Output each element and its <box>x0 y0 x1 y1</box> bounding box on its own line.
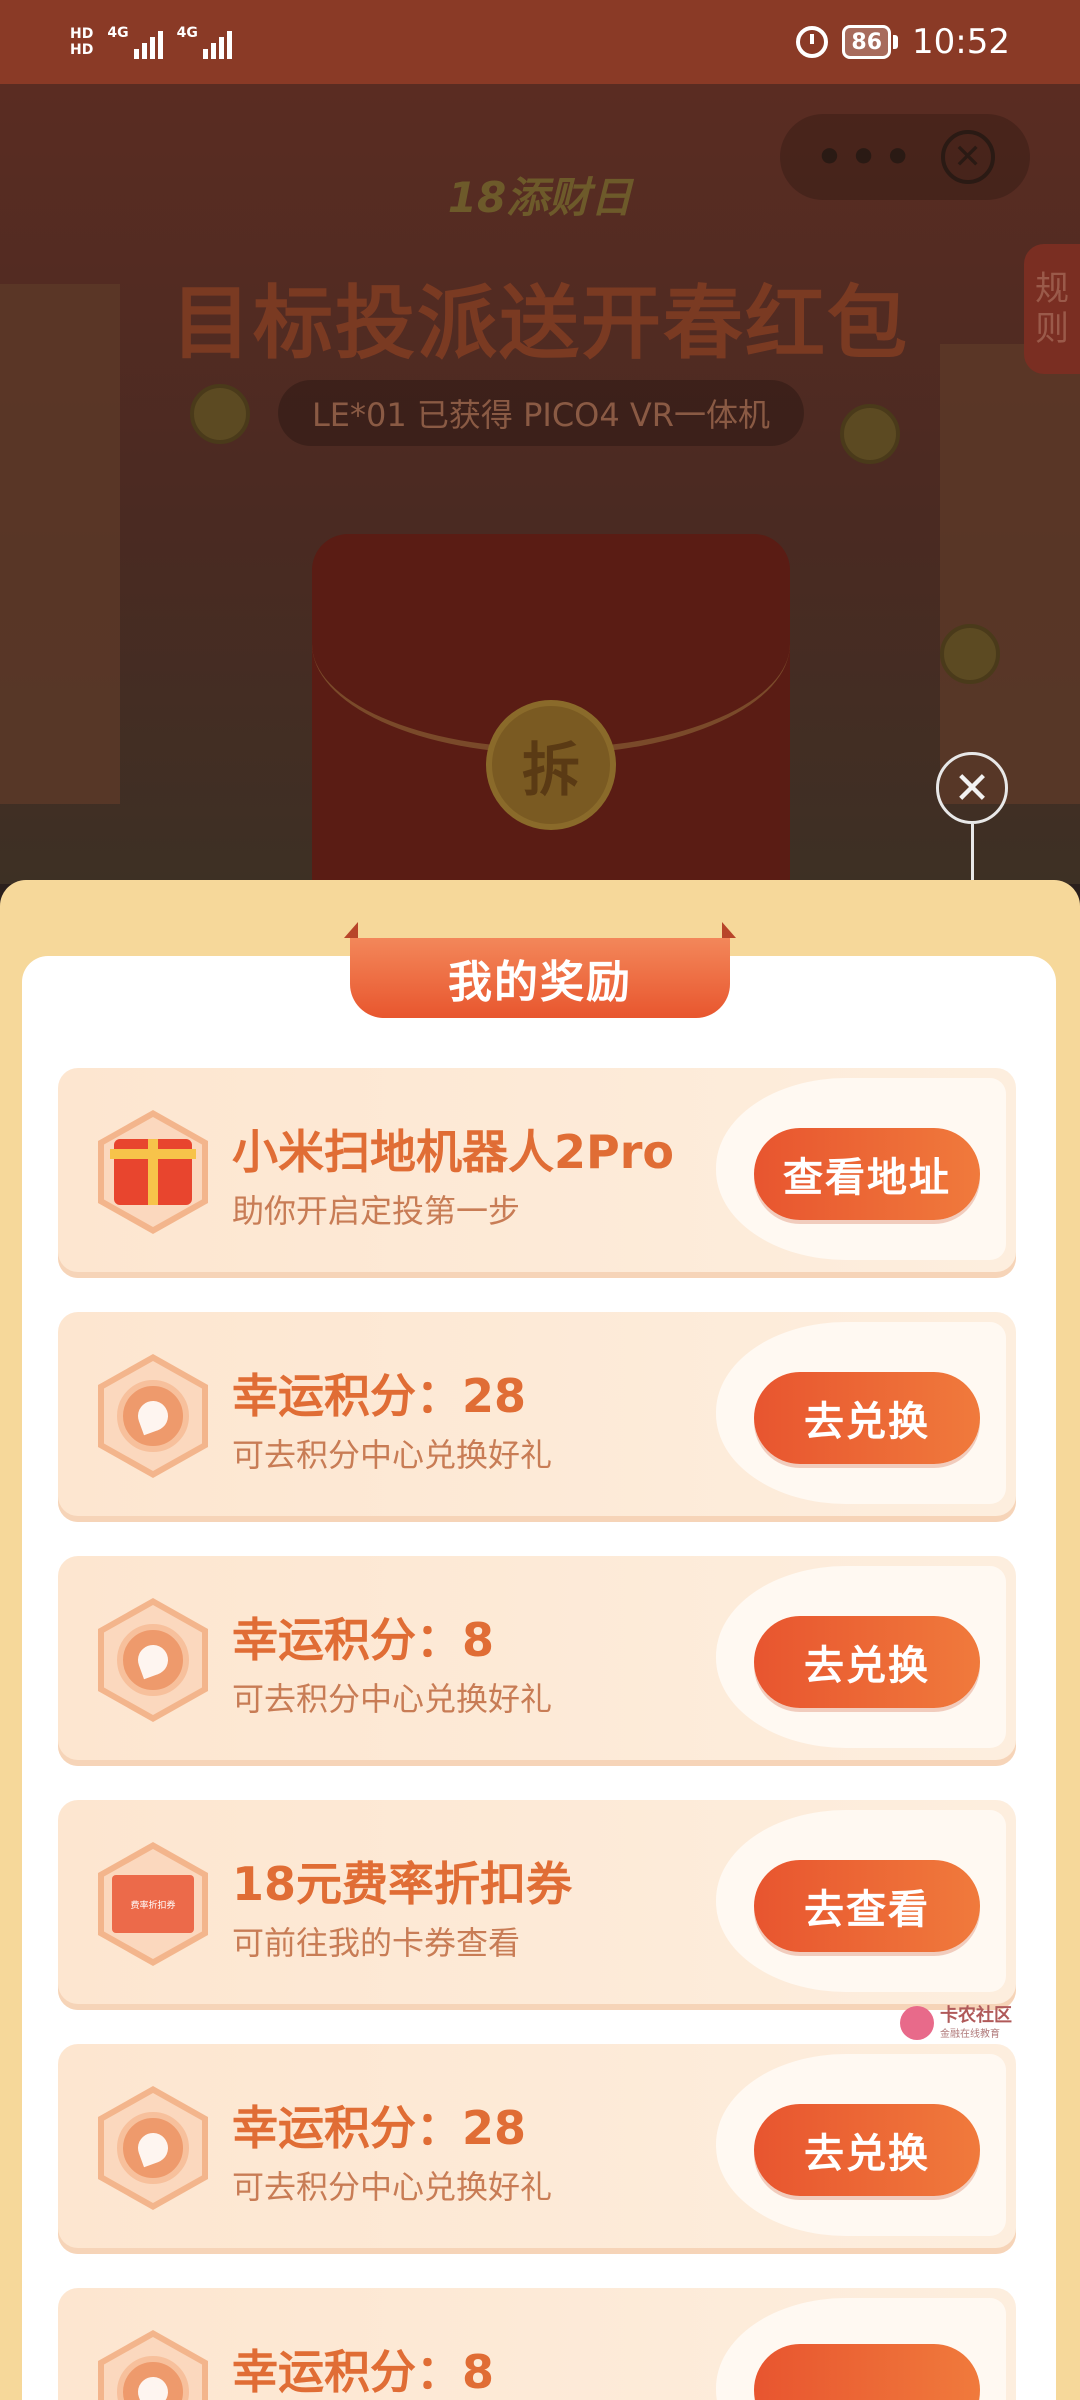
redeem-button[interactable]: 去兑换 <box>754 1372 980 1464</box>
gift-box <box>110 1139 196 1205</box>
bg-coin <box>190 384 250 444</box>
popup-close-button[interactable]: ✕ <box>936 752 1008 824</box>
gift-icon <box>98 1110 208 1234</box>
alarm-icon <box>796 26 829 58</box>
reward-item: 小米扫地机器人2Pro 助你开启定投第一步 查看地址 <box>58 1068 1016 1278</box>
reward-name: 幸运积分：28 <box>232 2101 527 2155</box>
points-coin-icon-inner <box>104 2093 202 2203</box>
reward-item: 幸运积分：28 可去积分中心兑换好礼 去兑换 <box>58 1312 1016 1522</box>
points-coin-icon <box>98 2086 208 2210</box>
reward-item: 幸运积分：28 可去积分中心兑换好礼 去兑换 <box>58 2044 1016 2254</box>
reward-desc: 可前往我的卡券查看 <box>232 1924 521 1962</box>
watermark-logo: 卡农社区 金融在线教育 <box>900 2006 1012 2040</box>
reward-name: 幸运积分：8 <box>232 1613 495 1667</box>
redeem-button[interactable]: 去兑换 <box>754 2104 980 2196</box>
points-coin-icon <box>98 1598 208 1722</box>
hd-indicator: HD HD <box>70 26 93 58</box>
reward-desc: 可去积分中心兑换好礼 <box>232 2168 553 2206</box>
reward-name: 幸运积分：28 <box>232 1369 527 1423</box>
reward-desc: 可去积分中心兑换好礼 <box>232 1436 553 1474</box>
reward-name: 小米扫地机器人2Pro <box>232 1125 675 1179</box>
reward-name: 幸运积分：8 <box>232 2345 495 2399</box>
watermark-flower-icon <box>900 2006 934 2040</box>
reward-name: 18元费率折扣券 <box>232 1857 573 1911</box>
hd-top-label: HD <box>70 26 94 42</box>
reward-sheet: 我的奖励 小米扫地机器人2Pro 助你开启定投第一步 查看地址 幸运积分：28 … <box>0 880 1080 2400</box>
status-left: HD HD 4G 4G <box>70 25 232 59</box>
gift-icon-inner <box>104 1117 202 1227</box>
network-type-2: 4G <box>176 25 198 41</box>
status-bar: HD HD 4G 4G 86 10:52 <box>0 0 1080 84</box>
points-coin-icon-inner <box>104 2337 202 2400</box>
network-type-1: 4G <box>107 25 129 41</box>
reward-item: 幸运积分：8 <box>58 2288 1016 2400</box>
view-address-button[interactable]: 查看地址 <box>754 1128 980 1220</box>
coin <box>117 1380 189 1452</box>
redeem-button[interactable] <box>754 2344 980 2400</box>
reward-title: 我的奖励 <box>344 922 736 1018</box>
coupon-ticket: 费率折扣券 <box>112 1875 194 1933</box>
open-envelope-seal: 拆 <box>486 700 616 830</box>
points-coin-icon <box>98 1354 208 1478</box>
bg-coin <box>840 404 900 464</box>
clock: 10:52 <box>912 22 1010 62</box>
signal-icon-1: 4G <box>107 25 163 59</box>
battery-icon: 86 <box>842 25 892 59</box>
coin <box>117 2356 189 2400</box>
coupon-icon: 费率折扣券 <box>98 1842 208 1966</box>
watermark-title: 卡农社区 <box>940 2004 1012 2026</box>
bg-coin <box>940 624 1000 684</box>
campaign-logo: 18添财日 <box>447 173 633 222</box>
winner-ticker: LE*01 已获得 PICO4 VR一体机 <box>278 380 804 446</box>
rules-tab[interactable]: 规 则 <box>1024 244 1080 374</box>
points-coin-icon-inner <box>104 1361 202 1471</box>
rules-tab-char-2: 则 <box>1035 309 1069 349</box>
coin <box>117 2112 189 2184</box>
view-coupon-button[interactable]: 去查看 <box>754 1860 980 1952</box>
points-coin-icon <box>98 2330 208 2400</box>
rules-tab-char-1: 规 <box>1035 269 1069 309</box>
reward-item: 幸运积分：8 可去积分中心兑换好礼 去兑换 <box>58 1556 1016 1766</box>
coupon-icon-inner: 费率折扣券 <box>104 1849 202 1959</box>
reward-desc: 可去积分中心兑换好礼 <box>232 1680 553 1718</box>
watermark-text-block: 卡农社区 金融在线教育 <box>940 2004 1012 2040</box>
signal-icon-2: 4G <box>177 25 232 59</box>
campaign-title: 目标投派送开春红包 <box>171 277 909 370</box>
battery-tip <box>893 35 899 49</box>
status-right: 86 10:52 <box>796 22 1010 62</box>
reward-item: 费率折扣券 18元费率折扣券 可前往我的卡券查看 去查看 <box>58 1800 1016 2010</box>
watermark-sub: 金融在线教育 <box>940 2028 1000 2040</box>
battery-level: 86 <box>851 29 883 55</box>
coin <box>117 1624 189 1696</box>
hd-bottom-label: HD <box>70 42 94 58</box>
reward-desc: 助你开启定投第一步 <box>232 1192 521 1230</box>
background-page: ••• ✕ 18添财日 目标投派送开春红包 LE*01 已获得 PICO4 VR… <box>0 84 1080 884</box>
bg-building-right <box>940 344 1080 804</box>
points-coin-icon-inner <box>104 1605 202 1715</box>
redeem-button[interactable]: 去兑换 <box>754 1616 980 1708</box>
popup-close-line <box>971 824 974 880</box>
